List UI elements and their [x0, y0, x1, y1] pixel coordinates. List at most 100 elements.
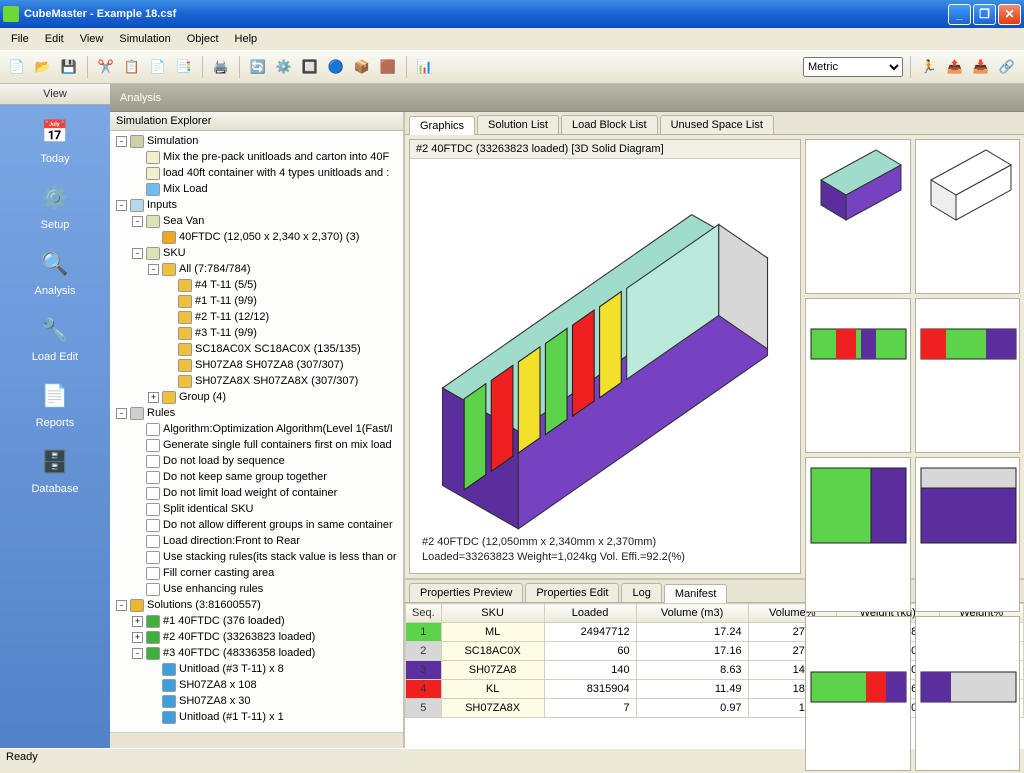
paste-button[interactable]: 📄 [147, 56, 169, 78]
thumb-iso[interactable] [805, 139, 911, 294]
minimize-button[interactable]: _ [948, 4, 971, 25]
run-button[interactable]: 🏃 [918, 56, 940, 78]
tree-node[interactable]: #1 T-11 (9/9) [112, 293, 401, 309]
tree-node[interactable]: Do not limit load weight of container [112, 485, 401, 501]
expand-icon[interactable]: + [132, 616, 143, 627]
tree-node[interactable]: -All (7:784/784) [112, 261, 401, 277]
expand-icon[interactable]: - [132, 248, 143, 259]
tree-node[interactable]: Algorithm:Optimization Algorithm(Level 1… [112, 421, 401, 437]
new-button[interactable]: 📄 [6, 56, 28, 78]
sidebar-item-database[interactable]: 🗄️Database [20, 435, 90, 501]
print-button[interactable]: 🖨️ [210, 56, 232, 78]
sidebar-item-load-edit[interactable]: 🔧Load Edit [20, 303, 90, 369]
thumb-side2[interactable] [915, 298, 1021, 453]
units-selector[interactable]: Metric [803, 57, 903, 77]
menu-help[interactable]: Help [228, 30, 265, 48]
refresh-button[interactable]: 🔄 [247, 56, 269, 78]
tab-unused-space-list[interactable]: Unused Space List [660, 115, 774, 134]
tab-graphics[interactable]: Graphics [409, 116, 475, 135]
tree-node[interactable]: -Simulation [112, 133, 401, 149]
tab-log[interactable]: Log [621, 583, 661, 602]
menu-edit[interactable]: Edit [38, 30, 71, 48]
cube-button[interactable]: 📦 [351, 56, 373, 78]
window-button[interactable]: 🔲 [299, 56, 321, 78]
export2-button[interactable]: 📥 [970, 56, 992, 78]
column-header[interactable]: Seq. [406, 604, 442, 623]
cut-button[interactable]: ✂️ [95, 56, 117, 78]
close-button[interactable]: ✕ [998, 4, 1021, 25]
sidebar-item-today[interactable]: 📅Today [20, 105, 90, 171]
tree-node[interactable]: -#3 40FTDC (48336358 loaded) [112, 645, 401, 661]
maximize-button[interactable]: ❐ [973, 4, 996, 25]
tree-node[interactable]: Split identical SKU [112, 501, 401, 517]
tree-node[interactable]: SH07ZA8 x 108 [112, 677, 401, 693]
tree-node[interactable]: +Group (4) [112, 389, 401, 405]
column-header[interactable]: SKU [441, 604, 544, 623]
units-select[interactable]: Metric [803, 57, 903, 77]
tree-node[interactable]: Unitload (#1 T-11) x 1 [112, 709, 401, 725]
open-button[interactable]: 📂 [32, 56, 54, 78]
tree-node[interactable]: Unitload (#3 T-11) x 8 [112, 661, 401, 677]
tree-node[interactable]: -SKU [112, 245, 401, 261]
tree-node[interactable]: Load direction:Front to Rear [112, 533, 401, 549]
tree-node[interactable]: Do not load by sequence [112, 453, 401, 469]
expand-icon[interactable]: - [116, 408, 127, 419]
expand-icon[interactable]: + [148, 392, 159, 403]
thumb-wire[interactable] [915, 139, 1021, 294]
globe-button[interactable]: 🔵 [325, 56, 347, 78]
save-button[interactable]: 💾 [58, 56, 80, 78]
tree-node[interactable]: SH07ZA8 x 30 [112, 693, 401, 709]
settings-button[interactable]: ⚙️ [273, 56, 295, 78]
tree-node[interactable]: Generate single full containers first on… [112, 437, 401, 453]
expand-icon[interactable]: + [132, 632, 143, 643]
tree-node[interactable]: load 40ft container with 4 types unitloa… [112, 165, 401, 181]
tree-node[interactable]: Do not allow different groups in same co… [112, 517, 401, 533]
export3-button[interactable]: 🔗 [996, 56, 1018, 78]
expand-icon[interactable]: - [116, 200, 127, 211]
tab-properties-preview[interactable]: Properties Preview [409, 583, 523, 602]
thumb-top1[interactable] [805, 457, 911, 612]
tree-node[interactable]: -Sea Van [112, 213, 401, 229]
tree-node[interactable]: Use stacking rules(its stack value is le… [112, 549, 401, 565]
column-header[interactable]: Loaded [544, 604, 636, 623]
thumb-side1[interactable] [805, 298, 911, 453]
box-button[interactable]: 🟫 [377, 56, 399, 78]
tree-node[interactable]: Fill corner casting area [112, 565, 401, 581]
tree-node[interactable]: #2 T-11 (12/12) [112, 309, 401, 325]
tree-node[interactable]: Mix the pre-pack unitloads and carton in… [112, 149, 401, 165]
tree-view[interactable]: -SimulationMix the pre-pack unitloads an… [110, 131, 403, 732]
tree-node[interactable]: -Solutions (3:81600557) [112, 597, 401, 613]
tree-node[interactable]: SH07ZA8 SH07ZA8 (307/307) [112, 357, 401, 373]
tree-node[interactable]: Mix Load [112, 181, 401, 197]
export1-button[interactable]: 📤 [944, 56, 966, 78]
sidebar-item-reports[interactable]: 📄Reports [20, 369, 90, 435]
tree-node[interactable]: +#1 40FTDC (376 loaded) [112, 613, 401, 629]
expand-icon[interactable]: - [116, 136, 127, 147]
expand-icon[interactable]: - [132, 648, 143, 659]
tab-manifest[interactable]: Manifest [664, 584, 728, 603]
menu-file[interactable]: File [4, 30, 36, 48]
tree-node[interactable]: 40FTDC (12,050 x 2,340 x 2,370) (3) [112, 229, 401, 245]
tab-properties-edit[interactable]: Properties Edit [525, 583, 619, 602]
expand-icon[interactable]: - [132, 216, 143, 227]
horizontal-scrollbar[interactable] [110, 732, 403, 748]
tree-node[interactable]: Use enhancing rules [112, 581, 401, 597]
expand-icon[interactable]: - [148, 264, 159, 275]
tree-node[interactable]: #3 T-11 (9/9) [112, 325, 401, 341]
menu-object[interactable]: Object [180, 30, 226, 48]
tree-node[interactable]: +#2 40FTDC (33263823 loaded) [112, 629, 401, 645]
tree-node[interactable]: -Rules [112, 405, 401, 421]
tree-node[interactable]: SC18AC0X SC18AC0X (135/135) [112, 341, 401, 357]
copy-button[interactable]: 📋 [121, 56, 143, 78]
main-3d-view[interactable]: #2 40FTDC (33263823 loaded) [3D Solid Di… [409, 139, 801, 574]
thumb-top2[interactable] [915, 457, 1021, 612]
sidebar-item-setup[interactable]: ⚙️Setup [20, 171, 90, 237]
tab-load-block-list[interactable]: Load Block List [561, 115, 658, 134]
tree-node[interactable]: Do not keep same group together [112, 469, 401, 485]
tree-node[interactable]: SH07ZA8X SH07ZA8X (307/307) [112, 373, 401, 389]
thumb-front2[interactable] [915, 616, 1021, 771]
tree-node[interactable]: #4 T-11 (5/5) [112, 277, 401, 293]
thumb-front1[interactable] [805, 616, 911, 771]
expand-icon[interactable]: - [116, 600, 127, 611]
menu-simulation[interactable]: Simulation [112, 30, 177, 48]
